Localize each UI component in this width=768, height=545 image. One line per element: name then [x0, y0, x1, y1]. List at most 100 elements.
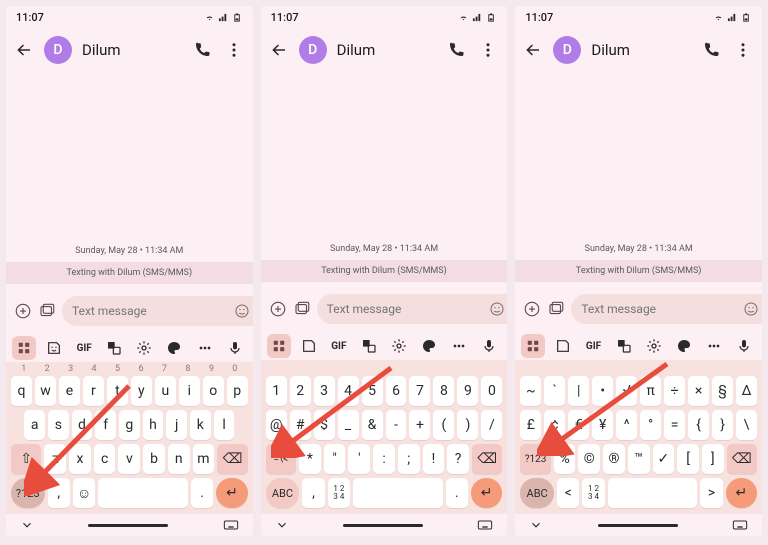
- key-0[interactable]: 0: [481, 376, 502, 406]
- key-degree[interactable]: °: [640, 410, 661, 440]
- key-bullet[interactable]: •: [592, 376, 613, 406]
- key-lbrace[interactable]: {: [688, 410, 709, 440]
- key-7[interactable]: 7: [409, 376, 430, 406]
- space-key[interactable]: [353, 478, 443, 508]
- contact-name[interactable]: Dilum: [591, 41, 690, 59]
- fraction-key[interactable]: 1 2 3 4: [582, 478, 604, 508]
- mode-switch-key[interactable]: ?123: [11, 478, 45, 508]
- gallery-button[interactable]: [293, 299, 311, 319]
- key-3[interactable]: 3: [314, 376, 335, 406]
- key-equals[interactable]: =: [664, 410, 685, 440]
- more-symbols-key[interactable]: =\<: [266, 444, 296, 474]
- enter-key[interactable]: ↵: [216, 478, 247, 508]
- fraction-key[interactable]: 1 2 3 4: [328, 478, 350, 508]
- toolbar-mic[interactable]: [732, 334, 756, 358]
- toolbar-more[interactable]: [447, 334, 471, 358]
- keyboard-switch-icon[interactable]: [477, 519, 493, 531]
- add-button[interactable]: [14, 301, 32, 321]
- back-button[interactable]: [523, 40, 543, 60]
- backspace-key[interactable]: ⌫: [472, 444, 502, 474]
- nav-pill[interactable]: [343, 524, 423, 527]
- key-2[interactable]: 2: [290, 376, 311, 406]
- key-times[interactable]: ×: [688, 376, 709, 406]
- key-question[interactable]: ?: [447, 444, 469, 474]
- key-semicolon[interactable]: ;: [398, 444, 420, 474]
- compose-field[interactable]: [571, 294, 762, 324]
- toolbar-translate[interactable]: [612, 334, 636, 358]
- key-pipe[interactable]: |: [568, 376, 589, 406]
- emoji-icon[interactable]: [743, 301, 759, 317]
- back-button[interactable]: [14, 40, 34, 60]
- enter-key[interactable]: ↵: [471, 478, 502, 508]
- key-copyright[interactable]: ©: [578, 444, 600, 474]
- gt-key[interactable]: >: [700, 478, 722, 508]
- key-caret[interactable]: ^: [616, 410, 637, 440]
- key-plus[interactable]: +: [409, 410, 430, 440]
- emoji-icon[interactable]: [234, 303, 250, 319]
- period-key[interactable]: .: [446, 478, 468, 508]
- add-button[interactable]: [523, 299, 541, 319]
- toolbar-translate[interactable]: [102, 336, 126, 360]
- key-pound[interactable]: £: [520, 410, 541, 440]
- mode-switch-key[interactable]: ABC: [520, 478, 554, 508]
- toolbar-more[interactable]: [193, 336, 217, 360]
- key-backtick[interactable]: `: [544, 376, 565, 406]
- key-registered[interactable]: ®: [603, 444, 625, 474]
- key-w[interactable]: w: [35, 376, 56, 406]
- key-r[interactable]: r: [83, 376, 104, 406]
- key-hash[interactable]: #: [290, 410, 311, 440]
- key-slash[interactable]: /: [481, 410, 502, 440]
- space-key[interactable]: [608, 478, 698, 508]
- key-j[interactable]: j: [166, 410, 187, 440]
- toolbar-apps[interactable]: [521, 334, 545, 358]
- nav-pill[interactable]: [88, 524, 168, 527]
- more-button[interactable]: [477, 39, 499, 61]
- toolbar-settings[interactable]: [132, 336, 156, 360]
- toolbar-apps[interactable]: [267, 334, 291, 358]
- key-rbracket[interactable]: ]: [702, 444, 724, 474]
- key-c[interactable]: c: [94, 444, 116, 474]
- toolbar-gif[interactable]: GIF: [327, 334, 351, 358]
- toolbar-gif[interactable]: GIF: [582, 334, 606, 358]
- key-tilde[interactable]: ~: [520, 376, 541, 406]
- message-input[interactable]: [581, 302, 737, 316]
- key-y[interactable]: y: [131, 376, 152, 406]
- compose-field[interactable]: [317, 294, 508, 324]
- key-l[interactable]: l: [214, 410, 235, 440]
- key-a[interactable]: a: [24, 410, 45, 440]
- key-d[interactable]: d: [72, 410, 93, 440]
- key-section[interactable]: §: [712, 376, 733, 406]
- key-1[interactable]: 1: [266, 376, 287, 406]
- lt-key[interactable]: <: [557, 478, 579, 508]
- toolbar-sticker[interactable]: [551, 334, 575, 358]
- key-g[interactable]: g: [119, 410, 140, 440]
- key-e[interactable]: e: [59, 376, 80, 406]
- call-button[interactable]: [445, 39, 467, 61]
- toolbar-settings[interactable]: [642, 334, 666, 358]
- key-check[interactable]: ✓: [653, 444, 675, 474]
- key-lbracket[interactable]: [: [677, 444, 699, 474]
- contact-avatar[interactable]: D: [299, 36, 327, 64]
- contact-avatar[interactable]: D: [553, 36, 581, 64]
- keyboard-switch-icon[interactable]: [732, 519, 748, 531]
- compose-field[interactable]: [62, 296, 253, 326]
- key-h[interactable]: h: [143, 410, 164, 440]
- key-lparen[interactable]: (: [433, 410, 454, 440]
- call-button[interactable]: [700, 39, 722, 61]
- gallery-button[interactable]: [547, 299, 565, 319]
- enter-key[interactable]: ↵: [726, 478, 757, 508]
- emoji-key[interactable]: ☺: [73, 478, 95, 508]
- toolbar-sticker[interactable]: [297, 334, 321, 358]
- toolbar-theme[interactable]: [417, 334, 441, 358]
- toolbar-theme[interactable]: [162, 336, 186, 360]
- toolbar-gif[interactable]: GIF: [72, 336, 96, 360]
- key-cent[interactable]: ¢: [544, 410, 565, 440]
- key-b[interactable]: b: [143, 444, 165, 474]
- key-star[interactable]: *: [299, 444, 321, 474]
- key-m[interactable]: m: [193, 444, 215, 474]
- key-euro[interactable]: €: [568, 410, 589, 440]
- contact-name[interactable]: Dilum: [82, 41, 181, 59]
- key-yen[interactable]: ¥: [592, 410, 613, 440]
- toolbar-theme[interactable]: [672, 334, 696, 358]
- key-v[interactable]: v: [118, 444, 140, 474]
